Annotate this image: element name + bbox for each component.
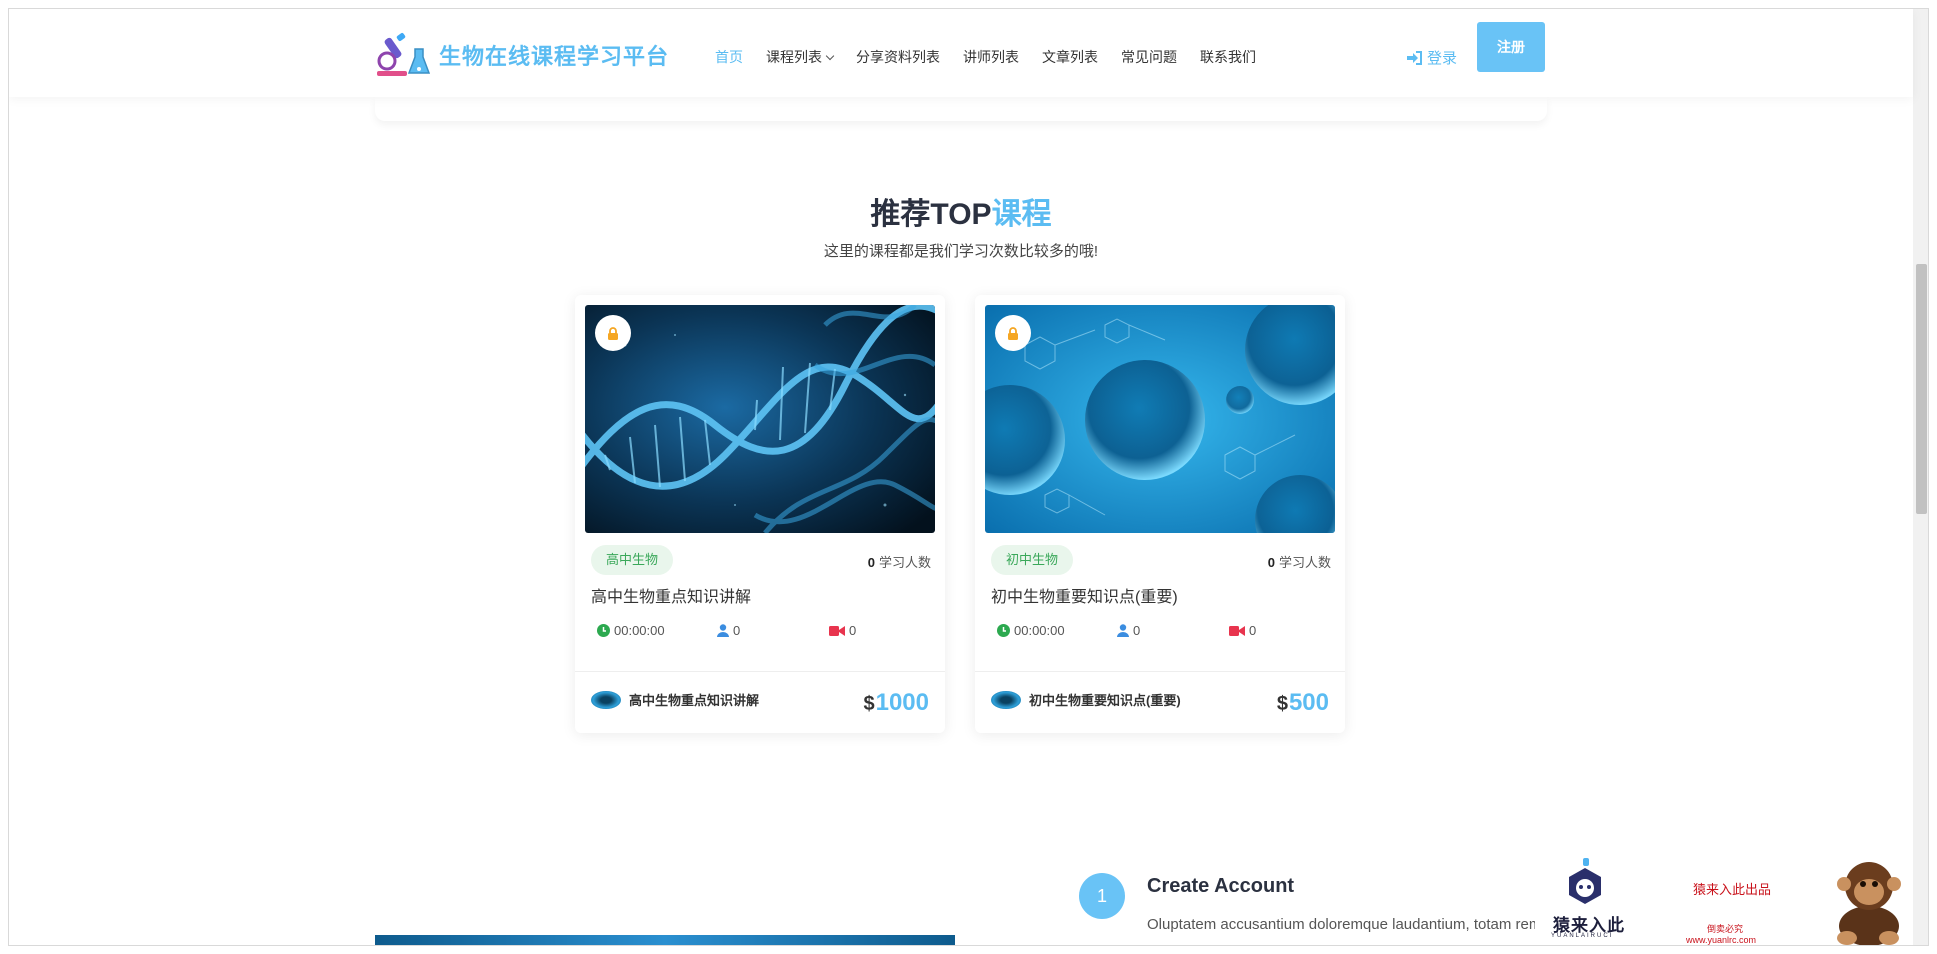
learners-count: 0 学习人数 xyxy=(1268,552,1331,571)
course-price: $1000 xyxy=(863,689,929,717)
avatar xyxy=(591,690,621,709)
section-subtitle: 这里的课程都是我们学习次数比较多的哦! xyxy=(823,243,1099,260)
nav-item-shared-materials[interactable]: 分享资料列表 xyxy=(856,47,940,67)
price-currency: $ xyxy=(863,693,875,715)
main-nav: 首页 课程列表 分享资料列表 讲师列表 文章列表 常见问题 联系我们 xyxy=(715,47,1279,67)
students-value: 0 xyxy=(733,623,741,638)
teacher-name: 初中生物重要知识点(重要) xyxy=(1029,693,1181,708)
watermark-brand-en: YUANLAIRUCI xyxy=(1551,933,1614,939)
teacher-name: 高中生物重点知识讲解 xyxy=(629,693,760,708)
nav-item-home[interactable]: 首页 xyxy=(715,47,743,67)
price-value: 500 xyxy=(1288,689,1329,716)
step-number-badge: 1 xyxy=(1079,873,1125,919)
course-category-tag[interactable]: 高中生物 xyxy=(591,545,674,575)
vertical-scrollbar[interactable] xyxy=(1913,9,1928,945)
watermark-note: 倒卖必究 xyxy=(1707,924,1744,934)
chevron-down-icon xyxy=(825,51,835,61)
course-title[interactable]: 高中生物重点知识讲解 xyxy=(591,583,751,607)
browser-viewport: 生物在线课程学习平台 首页 课程列表 分享资料列表 讲师列表 文章列表 常见问题… xyxy=(8,8,1929,946)
course-teacher[interactable]: 高中生物重点知识讲解 xyxy=(591,690,759,709)
learners-label: 学习人数 xyxy=(878,555,931,570)
monkey-mascot-icon xyxy=(1837,862,1901,945)
login-link[interactable]: 登录 xyxy=(1407,47,1457,68)
section-title: 推荐TOP课程 xyxy=(9,189,1913,233)
register-button[interactable]: 注册 xyxy=(1477,22,1545,72)
user-icon xyxy=(717,624,729,637)
card-divider xyxy=(975,671,1345,672)
scrollbar-thumb[interactable] xyxy=(1916,264,1927,514)
avatar xyxy=(991,690,1021,709)
course-videos: 0 xyxy=(829,623,856,638)
learners-count: 0 学习人数 xyxy=(868,552,931,571)
course-students: 0 xyxy=(717,623,740,638)
lock-badge xyxy=(595,315,631,351)
learners-number: 0 xyxy=(1267,555,1275,570)
course-image-dna[interactable] xyxy=(585,305,935,533)
course-price: $500 xyxy=(1277,689,1329,717)
videos-value: 0 xyxy=(849,623,857,638)
lock-badge xyxy=(995,315,1031,351)
sign-in-icon xyxy=(1407,50,1422,65)
microscope-icon xyxy=(375,31,431,79)
user-icon xyxy=(1117,624,1129,637)
clock-icon xyxy=(997,624,1010,637)
course-title[interactable]: 初中生物重要知识点(重要) xyxy=(991,583,1178,607)
course-duration: 00:00:00 xyxy=(597,623,665,638)
nav-item-contact[interactable]: 联系我们 xyxy=(1200,47,1256,67)
video-camera-icon xyxy=(1229,625,1245,636)
nav-item-courses-label: 课程列表 xyxy=(766,49,822,65)
site-logo[interactable]: 生物在线课程学习平台 xyxy=(375,31,669,79)
course-students: 0 xyxy=(1117,623,1140,638)
step-title: Create Account xyxy=(1147,875,1295,897)
course-card[interactable]: 初中生物 0 学习人数 初中生物重要知识点(重要) 00:00:00 0 0 初中… xyxy=(975,295,1345,733)
watermark-banner: 猿来入此 YUANLAIRUCI 猿来入此出品 倒卖必究 www.yuanlrc… xyxy=(1535,854,1913,945)
site-header: 生物在线课程学习平台 首页 课程列表 分享资料列表 讲师列表 文章列表 常见问题… xyxy=(9,9,1913,97)
price-currency: $ xyxy=(1276,693,1288,715)
duration-value: 00:00:00 xyxy=(1014,623,1065,638)
course-duration: 00:00:00 xyxy=(997,623,1065,638)
video-camera-icon xyxy=(829,625,845,636)
course-teacher[interactable]: 初中生物重要知识点(重要) xyxy=(991,690,1181,709)
students-value: 0 xyxy=(1133,623,1141,638)
price-value: 1000 xyxy=(875,689,929,716)
watermark-url: www.yuanlrc.com xyxy=(1686,935,1757,945)
monkey-logo-icon xyxy=(1569,858,1601,904)
duration-value: 00:00:00 xyxy=(614,623,665,638)
course-card[interactable]: 高中生物 0 学习人数 高中生物重点知识讲解 00:00:00 0 0 高中生物重… xyxy=(575,295,945,733)
watermark-slogan: 猿来入此出品 xyxy=(1693,882,1772,897)
learners-label: 学习人数 xyxy=(1278,555,1331,570)
card-divider xyxy=(575,671,945,672)
step-description: Oluptatem accusantium doloremque laudant… xyxy=(1147,916,1542,945)
course-image-cells[interactable] xyxy=(985,305,1335,533)
lock-icon xyxy=(608,326,618,340)
videos-value: 0 xyxy=(1249,623,1257,638)
clock-icon xyxy=(597,624,610,637)
nav-item-articles[interactable]: 文章列表 xyxy=(1042,47,1098,67)
header-shelf xyxy=(375,97,1547,121)
login-label: 登录 xyxy=(1427,50,1458,67)
nav-item-faq[interactable]: 常见问题 xyxy=(1121,47,1177,67)
logo-text: 生物在线课程学习平台 xyxy=(439,44,670,69)
course-videos: 0 xyxy=(1229,623,1256,638)
feature-image xyxy=(375,935,955,945)
section-title-accent: 课程 xyxy=(991,198,1052,231)
nav-item-courses[interactable]: 课程列表 xyxy=(766,47,835,67)
lock-icon xyxy=(1008,326,1018,340)
learners-number: 0 xyxy=(867,555,875,570)
section-title-main: 推荐TOP xyxy=(870,198,992,231)
nav-item-teachers[interactable]: 讲师列表 xyxy=(963,47,1019,67)
course-category-tag[interactable]: 初中生物 xyxy=(991,545,1074,575)
